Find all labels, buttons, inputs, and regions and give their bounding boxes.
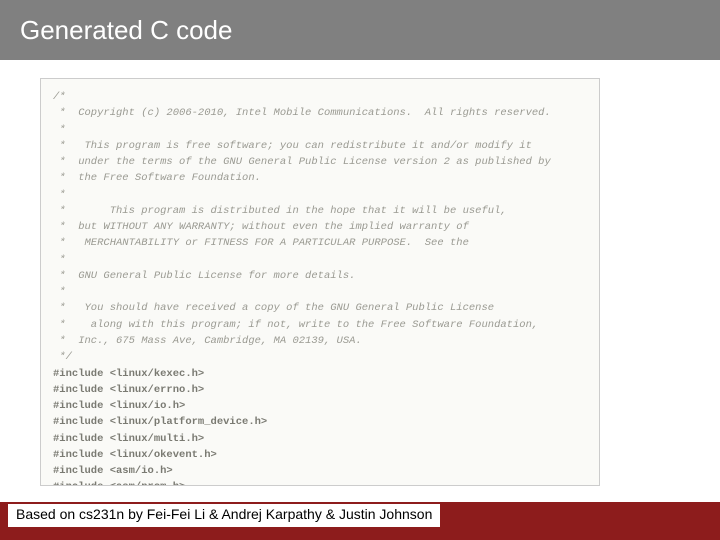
slide-footer: Based on cs231n by Fei-Fei Li & Andrej K… — [0, 502, 720, 540]
slide-header: Generated C code — [0, 0, 720, 60]
code-line: * This program is free software; you can… — [53, 138, 587, 154]
code-line: * under the terms of the GNU General Pub… — [53, 154, 587, 170]
footer-text-container: Based on cs231n by Fei-Fei Li & Andrej K… — [8, 504, 440, 527]
footer-text: Based on cs231n by Fei-Fei Li & Andrej K… — [16, 506, 432, 522]
code-line: */ — [53, 349, 587, 365]
code-line: * MERCHANTABILITY or FITNESS FOR A PARTI… — [53, 235, 587, 251]
code-line: #include <linux/io.h> — [53, 398, 587, 414]
slide-title: Generated C code — [20, 15, 232, 46]
code-line: * Copyright (c) 2006-2010, Intel Mobile … — [53, 105, 587, 121]
code-line: * — [53, 187, 587, 203]
code-line: #include <linux/platform_device.h> — [53, 414, 587, 430]
code-line: * — [53, 252, 587, 268]
code-line: * You should have received a copy of the… — [53, 300, 587, 316]
code-line: #include <linux/multi.h> — [53, 431, 587, 447]
slide: Generated C code /* * Copyright (c) 2006… — [0, 0, 720, 540]
code-line: /* — [53, 89, 587, 105]
code-line: * Inc., 675 Mass Ave, Cambridge, MA 0213… — [53, 333, 587, 349]
code-line: * but WITHOUT ANY WARRANTY; without even… — [53, 219, 587, 235]
code-line: #include <linux/errno.h> — [53, 382, 587, 398]
code-line: * GNU General Public License for more de… — [53, 268, 587, 284]
code-line: #include <linux/kexec.h> — [53, 366, 587, 382]
code-line: * This program is distributed in the hop… — [53, 203, 587, 219]
code-line: * — [53, 284, 587, 300]
code-line: * the Free Software Foundation. — [53, 170, 587, 186]
code-line: * — [53, 122, 587, 138]
code-block: /* * Copyright (c) 2006-2010, Intel Mobi… — [40, 78, 600, 486]
code-line: #include <asm/io.h> — [53, 463, 587, 479]
code-line: #include <asm/prom.h> — [53, 479, 587, 486]
code-line: #include <linux/okevent.h> — [53, 447, 587, 463]
code-line: * along with this program; if not, write… — [53, 317, 587, 333]
